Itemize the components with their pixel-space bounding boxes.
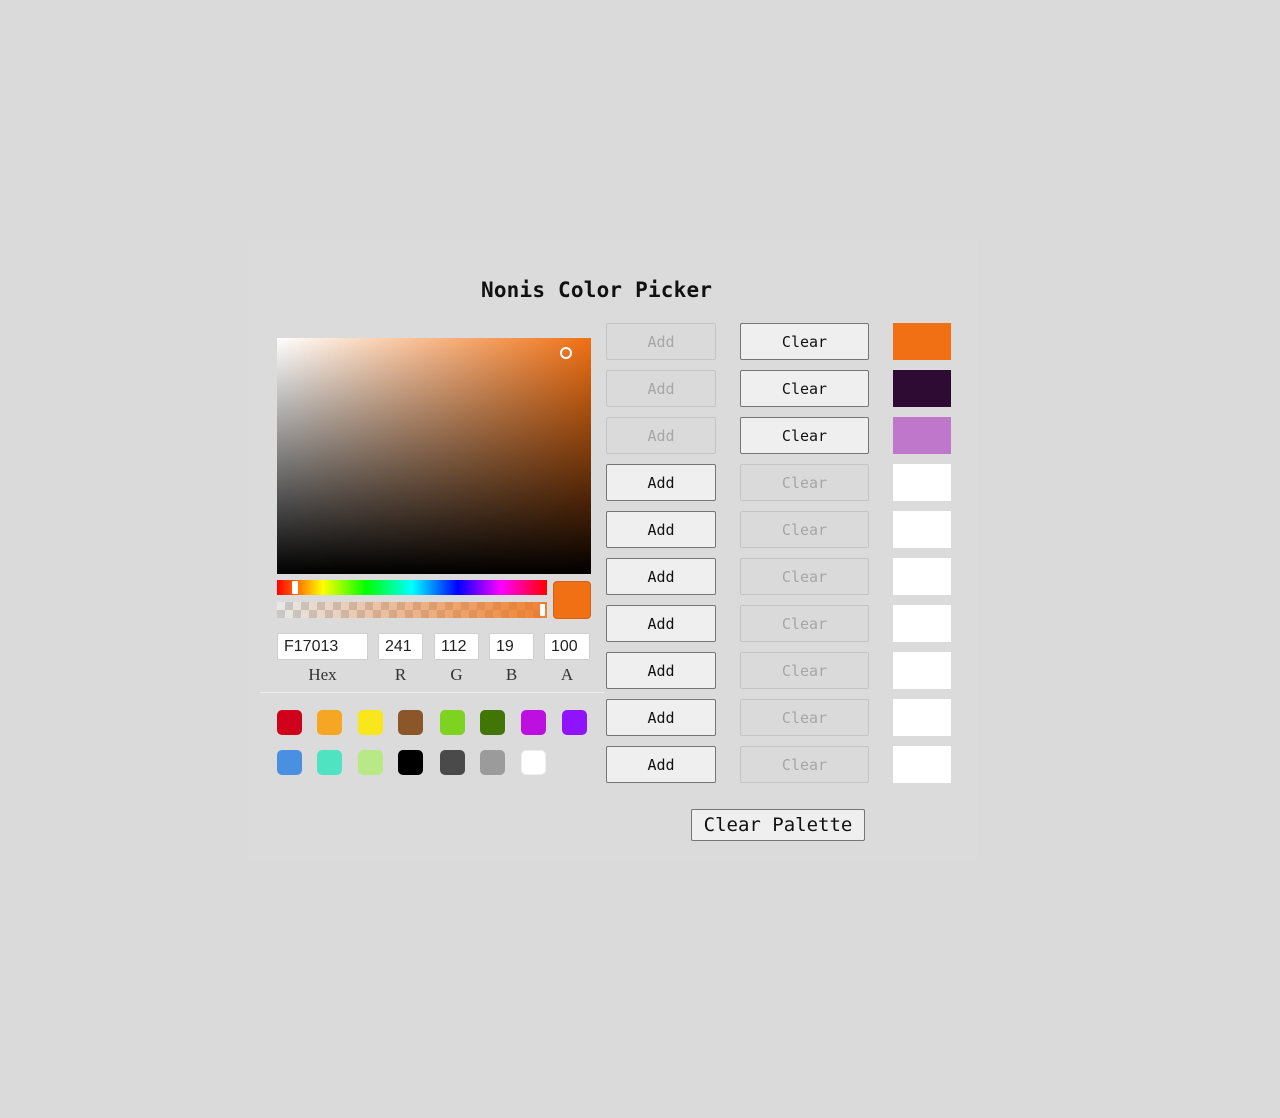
add-button-2[interactable]: Add [606, 370, 716, 407]
preset-swatch-white[interactable] [521, 750, 546, 775]
preset-swatch-blue[interactable] [277, 750, 302, 775]
add-button-8[interactable]: Add [606, 652, 716, 689]
preset-swatch-gray[interactable] [480, 750, 505, 775]
divider [260, 692, 605, 693]
palette-slot-10[interactable] [893, 746, 951, 783]
red-label: R [394, 665, 407, 684]
green-input[interactable] [434, 633, 479, 660]
add-button-7[interactable]: Add [606, 605, 716, 642]
preset-swatch-dark-green[interactable] [480, 710, 505, 735]
preset-swatch-dark-gray[interactable] [440, 750, 465, 775]
preset-swatch-red[interactable] [277, 710, 302, 735]
palette-slot-2[interactable] [893, 370, 951, 407]
preset-swatch-lime[interactable] [440, 710, 465, 735]
preset-swatch-magenta[interactable] [521, 710, 546, 735]
alpha-input[interactable] [544, 633, 590, 660]
preset-swatch-purple[interactable] [562, 710, 587, 735]
app-title: Nonis Color Picker [481, 278, 713, 302]
clear-button-10[interactable]: Clear [740, 746, 869, 783]
palette-slot-5[interactable] [893, 511, 951, 548]
clear-button-5[interactable]: Clear [740, 511, 869, 548]
hue-slider-thumb[interactable] [292, 581, 298, 594]
preset-swatch-brown[interactable] [398, 710, 423, 735]
red-input[interactable] [378, 633, 423, 660]
clear-button-3[interactable]: Clear [740, 417, 869, 454]
current-color-preview [553, 581, 591, 619]
alpha-slider-thumb[interactable] [540, 604, 545, 616]
green-label: G [450, 665, 463, 684]
add-button-10[interactable]: Add [606, 746, 716, 783]
preset-swatch-yellow[interactable] [358, 710, 383, 735]
clear-button-7[interactable]: Clear [740, 605, 869, 642]
hex-label: Hex [308, 665, 337, 684]
clear-button-1[interactable]: Clear [740, 323, 869, 360]
preset-swatch-teal[interactable] [317, 750, 342, 775]
clear-button-9[interactable]: Clear [740, 699, 869, 736]
saturation-cursor[interactable] [560, 347, 572, 359]
alpha-slider[interactable] [277, 602, 547, 618]
palette-slot-4[interactable] [893, 464, 951, 501]
add-button-5[interactable]: Add [606, 511, 716, 548]
clear-palette-button[interactable]: Clear Palette [691, 809, 865, 841]
blue-input[interactable] [489, 633, 534, 660]
add-button-1[interactable]: Add [606, 323, 716, 360]
add-button-9[interactable]: Add [606, 699, 716, 736]
palette-slot-3[interactable] [893, 417, 951, 454]
hue-slider[interactable] [277, 580, 547, 595]
add-button-3[interactable]: Add [606, 417, 716, 454]
clear-button-8[interactable]: Clear [740, 652, 869, 689]
clear-button-6[interactable]: Clear [740, 558, 869, 595]
clear-button-2[interactable]: Clear [740, 370, 869, 407]
alpha-label: A [560, 665, 574, 684]
saturation-value-area[interactable] [277, 338, 591, 574]
preset-swatch-black[interactable] [398, 750, 423, 775]
preset-swatch-orange[interactable] [317, 710, 342, 735]
alpha-gradient [277, 602, 547, 618]
preset-swatch-light-green[interactable] [358, 750, 383, 775]
palette-slot-1[interactable] [893, 323, 951, 360]
palette-slot-8[interactable] [893, 652, 951, 689]
clear-button-4[interactable]: Clear [740, 464, 869, 501]
add-button-6[interactable]: Add [606, 558, 716, 595]
palette-slot-9[interactable] [893, 699, 951, 736]
palette-slot-6[interactable] [893, 558, 951, 595]
palette-slot-7[interactable] [893, 605, 951, 642]
hex-input[interactable] [277, 633, 368, 660]
blue-label: B [505, 665, 518, 684]
add-button-4[interactable]: Add [606, 464, 716, 501]
